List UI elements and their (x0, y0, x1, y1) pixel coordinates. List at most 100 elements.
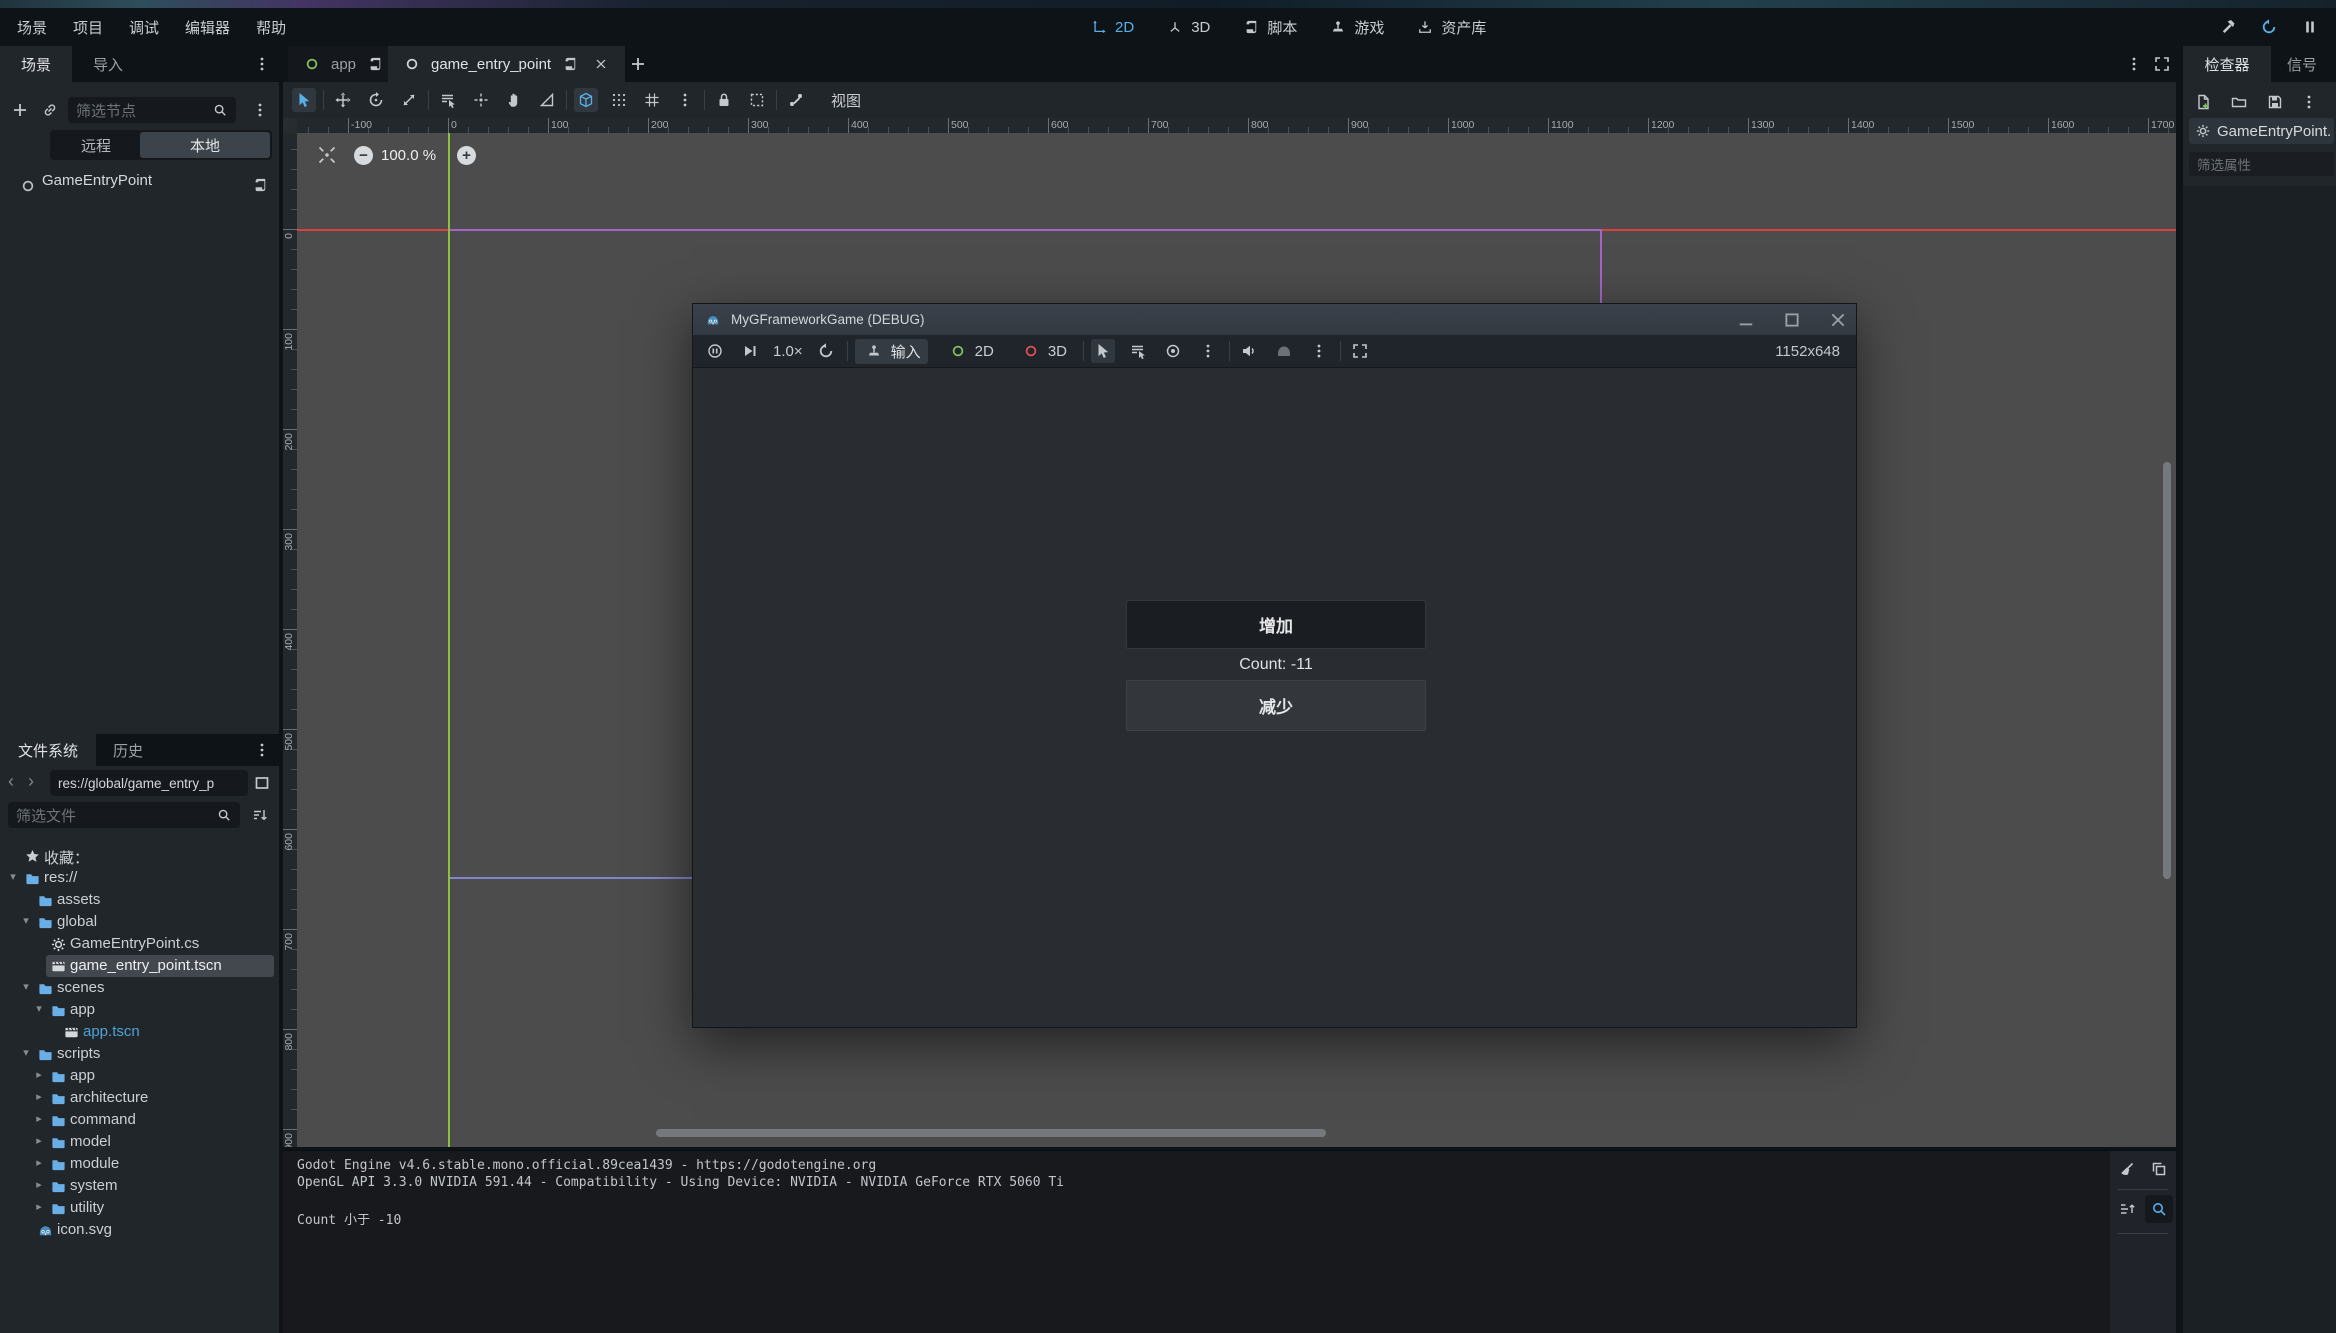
grid-snap-toggle[interactable] (607, 88, 631, 112)
sort-files-icon[interactable] (248, 803, 272, 827)
history-forward-button[interactable]: › (28, 771, 34, 792)
chevron-right-icon[interactable]: ▸ (33, 1178, 45, 1191)
save-resource-button[interactable] (2263, 90, 2287, 114)
chevron-right-icon[interactable]: ▸ (33, 1134, 45, 1147)
skeleton-options-button[interactable] (784, 88, 808, 112)
file-tree-item[interactable]: ▸module (0, 1153, 279, 1175)
menu-item-0[interactable]: 场景 (4, 8, 60, 46)
tab-close-icon[interactable] (589, 52, 613, 76)
input-mode-toggle[interactable]: 输入 (855, 339, 928, 364)
history-back-button[interactable]: ‹ (8, 771, 14, 792)
local-toggle[interactable]: 本地 (140, 132, 270, 158)
clear-output-button[interactable] (2115, 1157, 2139, 1181)
workspace-脚本[interactable]: 脚本 (1238, 15, 1301, 39)
load-resource-button[interactable] (2227, 90, 2251, 114)
increase-button[interactable]: 增加 (1126, 600, 1426, 649)
scene-tab-game-entry-point[interactable]: game_entry_point (388, 46, 625, 82)
decrease-button[interactable]: 减少 (1126, 680, 1426, 731)
build-button[interactable] (2216, 15, 2240, 39)
inspector-menu-button[interactable] (2297, 90, 2321, 114)
file-filter-input[interactable]: 筛选文件 (8, 802, 240, 828)
chevron-down-icon[interactable]: ▾ (20, 980, 32, 993)
file-tree-item[interactable]: ▸command (0, 1109, 279, 1131)
camera-options-menu[interactable] (1307, 339, 1331, 363)
next-frame-button[interactable] (738, 339, 762, 363)
tab-filesystem[interactable]: 文件系统 (0, 734, 96, 766)
zoom-in-button[interactable]: + (457, 146, 476, 165)
list-select-tool-button[interactable] (436, 88, 460, 112)
debug-2d-toggle[interactable]: 2D (939, 339, 1001, 364)
file-tree-item[interactable]: ▸system (0, 1175, 279, 1197)
workspace-资产库[interactable]: 资产库 (1412, 15, 1490, 39)
snap-options-menu[interactable] (673, 88, 697, 112)
group-node-button[interactable] (745, 88, 769, 112)
scene-tabs-menu-button[interactable] (2122, 52, 2146, 76)
file-tree-item[interactable]: ▸utility (0, 1197, 279, 1219)
scene-tree-root-node[interactable]: GameEntryPoint (0, 168, 279, 196)
menu-item-3[interactable]: 编辑器 (172, 8, 243, 46)
file-tree-item[interactable]: ▾scenes (0, 977, 279, 999)
pan-tool-button[interactable] (502, 88, 526, 112)
center-view-icon[interactable] (315, 143, 339, 167)
toggle-split-icon[interactable] (250, 771, 274, 795)
view-menu-button[interactable]: 视图 (831, 90, 861, 111)
game-window[interactable]: MyGFrameworkGame (DEBUG) 1.0× 输入 2D 3D (692, 303, 1857, 1028)
select-tool-button[interactable] (292, 88, 316, 112)
file-tree-item[interactable]: ▸architecture (0, 1087, 279, 1109)
copy-output-button[interactable] (2147, 1157, 2171, 1181)
file-tree-item[interactable]: ▾app (0, 999, 279, 1021)
collapse-tree-button[interactable] (2115, 1197, 2139, 1221)
add-node-button[interactable] (8, 98, 32, 122)
game-window-titlebar[interactable]: MyGFrameworkGame (DEBUG) (693, 304, 1856, 335)
move-tool-button[interactable] (331, 88, 355, 112)
file-tree-item[interactable]: GameEntryPoint.cs (0, 933, 279, 955)
chevron-right-icon[interactable]: ▸ (33, 1200, 45, 1213)
menu-item-2[interactable]: 调试 (116, 8, 172, 46)
search-output-button[interactable] (2145, 1195, 2173, 1223)
file-tree-item[interactable]: ▾global (0, 911, 279, 933)
zoom-out-button[interactable]: − (354, 146, 373, 165)
restart-game-button[interactable] (814, 339, 838, 363)
chevron-down-icon[interactable]: ▾ (33, 1002, 45, 1015)
tab-history[interactable]: 历史 (96, 734, 160, 766)
menu-item-1[interactable]: 项目 (60, 8, 116, 46)
tab-scene-dock[interactable]: 场景 (0, 46, 72, 82)
distraction-free-button[interactable] (2150, 52, 2174, 76)
chevron-right-icon[interactable]: ▸ (33, 1090, 45, 1103)
chevron-right-icon[interactable]: ▸ (33, 1112, 45, 1125)
pause-run-button[interactable] (2298, 15, 2322, 39)
tab-signals[interactable]: 信号 (2271, 46, 2333, 82)
workspace-2D[interactable]: 2D (1086, 15, 1138, 39)
tab-inspector[interactable]: 检查器 (2183, 46, 2271, 82)
menu-item-4[interactable]: 帮助 (243, 8, 299, 46)
zoom-level-label[interactable]: 100.0 % (381, 147, 436, 164)
window-close-button[interactable] (1828, 310, 1848, 330)
scene-tree-menu-button[interactable] (248, 98, 272, 122)
rotate-tool-button[interactable] (364, 88, 388, 112)
workspace-游戏[interactable]: 游戏 (1325, 15, 1388, 39)
file-tree-item[interactable]: 收藏： (0, 845, 279, 867)
smart-snap-toggle[interactable] (574, 88, 598, 112)
game-list-select-button[interactable] (1126, 339, 1150, 363)
game-select-mode-button[interactable] (1091, 339, 1115, 363)
scene-filter-input[interactable]: 筛选节点 (68, 97, 236, 123)
path-field[interactable]: res://global/game_entry_p (50, 770, 248, 796)
window-maximize-button[interactable] (1782, 310, 1802, 330)
new-resource-button[interactable] (2191, 90, 2215, 114)
file-tree-item[interactable]: ▸app (0, 1065, 279, 1087)
chevron-right-icon[interactable]: ▸ (33, 1068, 45, 1081)
new-scene-tab-button[interactable] (626, 52, 650, 76)
remote-toggle[interactable]: 远程 (52, 132, 140, 158)
selection-options-menu[interactable] (1196, 339, 1220, 363)
inspected-node-row[interactable]: GameEntryPoint. (2189, 118, 2334, 144)
tab-app-script-icon[interactable] (363, 52, 387, 76)
chevron-down-icon[interactable]: ▾ (20, 1046, 32, 1059)
horizontal-scrollbar[interactable] (656, 1129, 1326, 1137)
file-tree-item[interactable]: icon.svg (0, 1219, 279, 1241)
scale-tool-button[interactable] (397, 88, 421, 112)
tab-import-dock[interactable]: 导入 (72, 46, 144, 82)
workspace-3D[interactable]: 3D (1162, 15, 1214, 39)
file-tree-item[interactable]: game_entry_point.tscn (0, 955, 279, 977)
grid-toggle[interactable] (640, 88, 664, 112)
camera-override-button[interactable] (1272, 339, 1296, 363)
